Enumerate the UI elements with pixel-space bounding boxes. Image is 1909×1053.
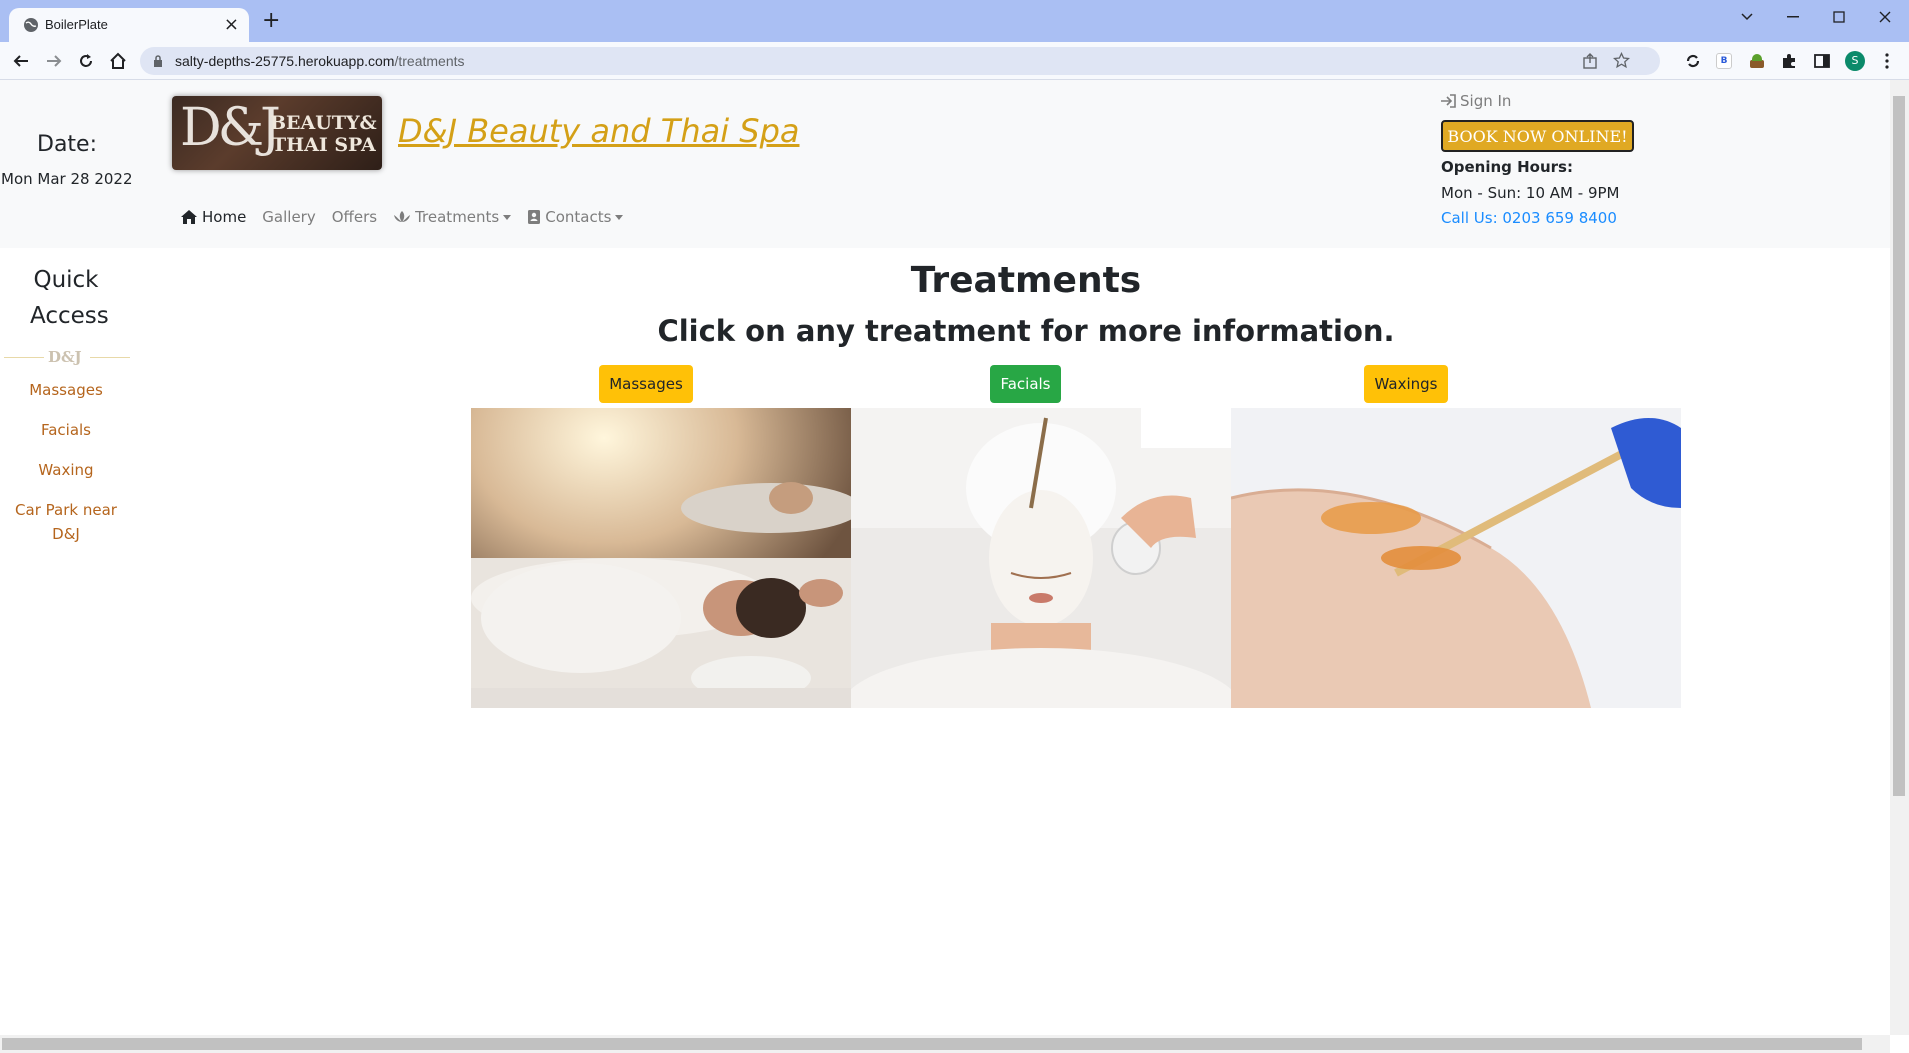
browser-toolbar: salty-depths-25775.herokuapp.com/treatme… [0,42,1909,80]
opening-hours-value: Mon - Sun: 10 AM - 9PM [1441,184,1620,202]
extension-sync-icon[interactable] [1684,52,1702,70]
date-label: Date: [37,132,97,157]
reload-icon[interactable] [77,52,95,70]
page-subtitle: Click on any treatment for more informat… [657,314,1395,348]
home-icon[interactable] [109,52,127,70]
quick-link-facials[interactable]: Facials [0,418,132,442]
side-panel-icon[interactable] [1813,52,1831,70]
waxing-photo[interactable] [1231,408,1681,708]
vertical-scrollbar[interactable] [1890,80,1909,1035]
contact-book-icon [528,210,541,224]
extension-b-icon[interactable]: B [1716,53,1732,69]
facial-photo[interactable] [851,408,1231,708]
date-value: Mon Mar 28 2022 [1,170,133,188]
new-tab-button[interactable]: + [262,10,280,32]
site-logo[interactable]: D&J BEAUTY& THAI SPA [172,96,382,170]
opening-hours-title: Opening Hours: [1441,158,1573,176]
massage-photo[interactable] [471,408,851,708]
tab-close-icon[interactable]: × [224,14,239,35]
nav-treatments-label: Treatments [415,208,500,226]
lotus-icon [394,211,411,222]
logo-line2: THAI SPA [272,134,376,156]
site-header: Date: Mon Mar 28 2022 D&J BEAUTY& THAI S… [0,80,1890,248]
tab-search-icon[interactable] [1724,4,1770,30]
maximize-icon[interactable] [1816,4,1862,30]
lock-icon[interactable] [153,55,163,67]
menu-kebab-icon[interactable] [1878,52,1896,70]
nav-contacts-label: Contacts [545,208,612,226]
extension-plant-icon[interactable] [1748,53,1766,69]
web-page: Date: Mon Mar 28 2022 D&J BEAUTY& THAI S… [0,80,1890,1035]
horizontal-scrollbar[interactable] [0,1035,1890,1053]
waxings-button[interactable]: Waxings [1364,365,1448,403]
sign-in-link[interactable]: Sign In [1440,92,1511,110]
browser-tab[interactable]: BoilerPlate × [9,8,249,42]
call-us-link[interactable]: Call Us: 0203 659 8400 [1441,209,1617,227]
back-arrow-icon[interactable] [12,52,30,70]
site-title-link[interactable]: D&J Beauty and Thai Spa [398,112,800,150]
nav-treatments-dropdown[interactable]: Treatments [393,208,512,226]
quick-link-car-park[interactable]: Car Park near D&J [0,498,132,546]
share-icon[interactable] [1582,53,1598,69]
divider-mark: D&J [48,348,82,366]
logo-line1: BEAUTY& [270,112,377,134]
horizontal-scroll-thumb[interactable] [2,1038,1862,1050]
bookmark-star-icon[interactable] [1613,52,1630,69]
quick-link-massages[interactable]: Massages [0,378,132,402]
nav-gallery[interactable]: Gallery [262,208,315,226]
vertical-scroll-thumb[interactable] [1893,96,1905,796]
forward-arrow-icon[interactable] [45,52,63,70]
sign-in-icon [1441,94,1456,108]
nav-contacts-dropdown[interactable]: Contacts [527,208,624,226]
quick-link-waxing[interactable]: Waxing [0,458,132,482]
minimize-icon[interactable] [1770,4,1816,30]
globe-icon [24,18,38,32]
extensions-puzzle-icon[interactable] [1780,52,1798,70]
tab-title: BoilerPlate [45,17,108,32]
url-text: salty-depths-25775.herokuapp.com/treatme… [175,53,465,69]
address-bar[interactable]: salty-depths-25775.herokuapp.com/treatme… [140,47,1660,75]
main-nav: Home Gallery Offers Treatments Contacts [180,208,639,226]
chevron-down-icon [615,214,624,220]
nav-offers-label: Offers [331,208,378,226]
sign-in-label: Sign In [1460,92,1512,110]
nav-home[interactable]: Home [180,208,246,226]
page-title: Treatments [910,260,1142,301]
logo-mark: D&J [180,98,281,158]
nav-gallery-label: Gallery [262,208,316,226]
quick-access-divider: D&J [4,348,130,368]
nav-offers[interactable]: Offers [332,208,377,226]
chevron-down-icon [503,214,512,220]
profile-avatar[interactable]: S [1845,51,1865,71]
nav-home-label: Home [202,208,247,226]
massages-button[interactable]: Massages [599,365,693,403]
browser-tab-bar: BoilerPlate × + [0,0,1909,42]
book-now-button[interactable]: BOOK NOW ONLINE! [1441,120,1634,152]
close-window-icon[interactable] [1862,4,1908,30]
house-icon [181,210,197,224]
facials-button[interactable]: Facials [990,365,1061,403]
